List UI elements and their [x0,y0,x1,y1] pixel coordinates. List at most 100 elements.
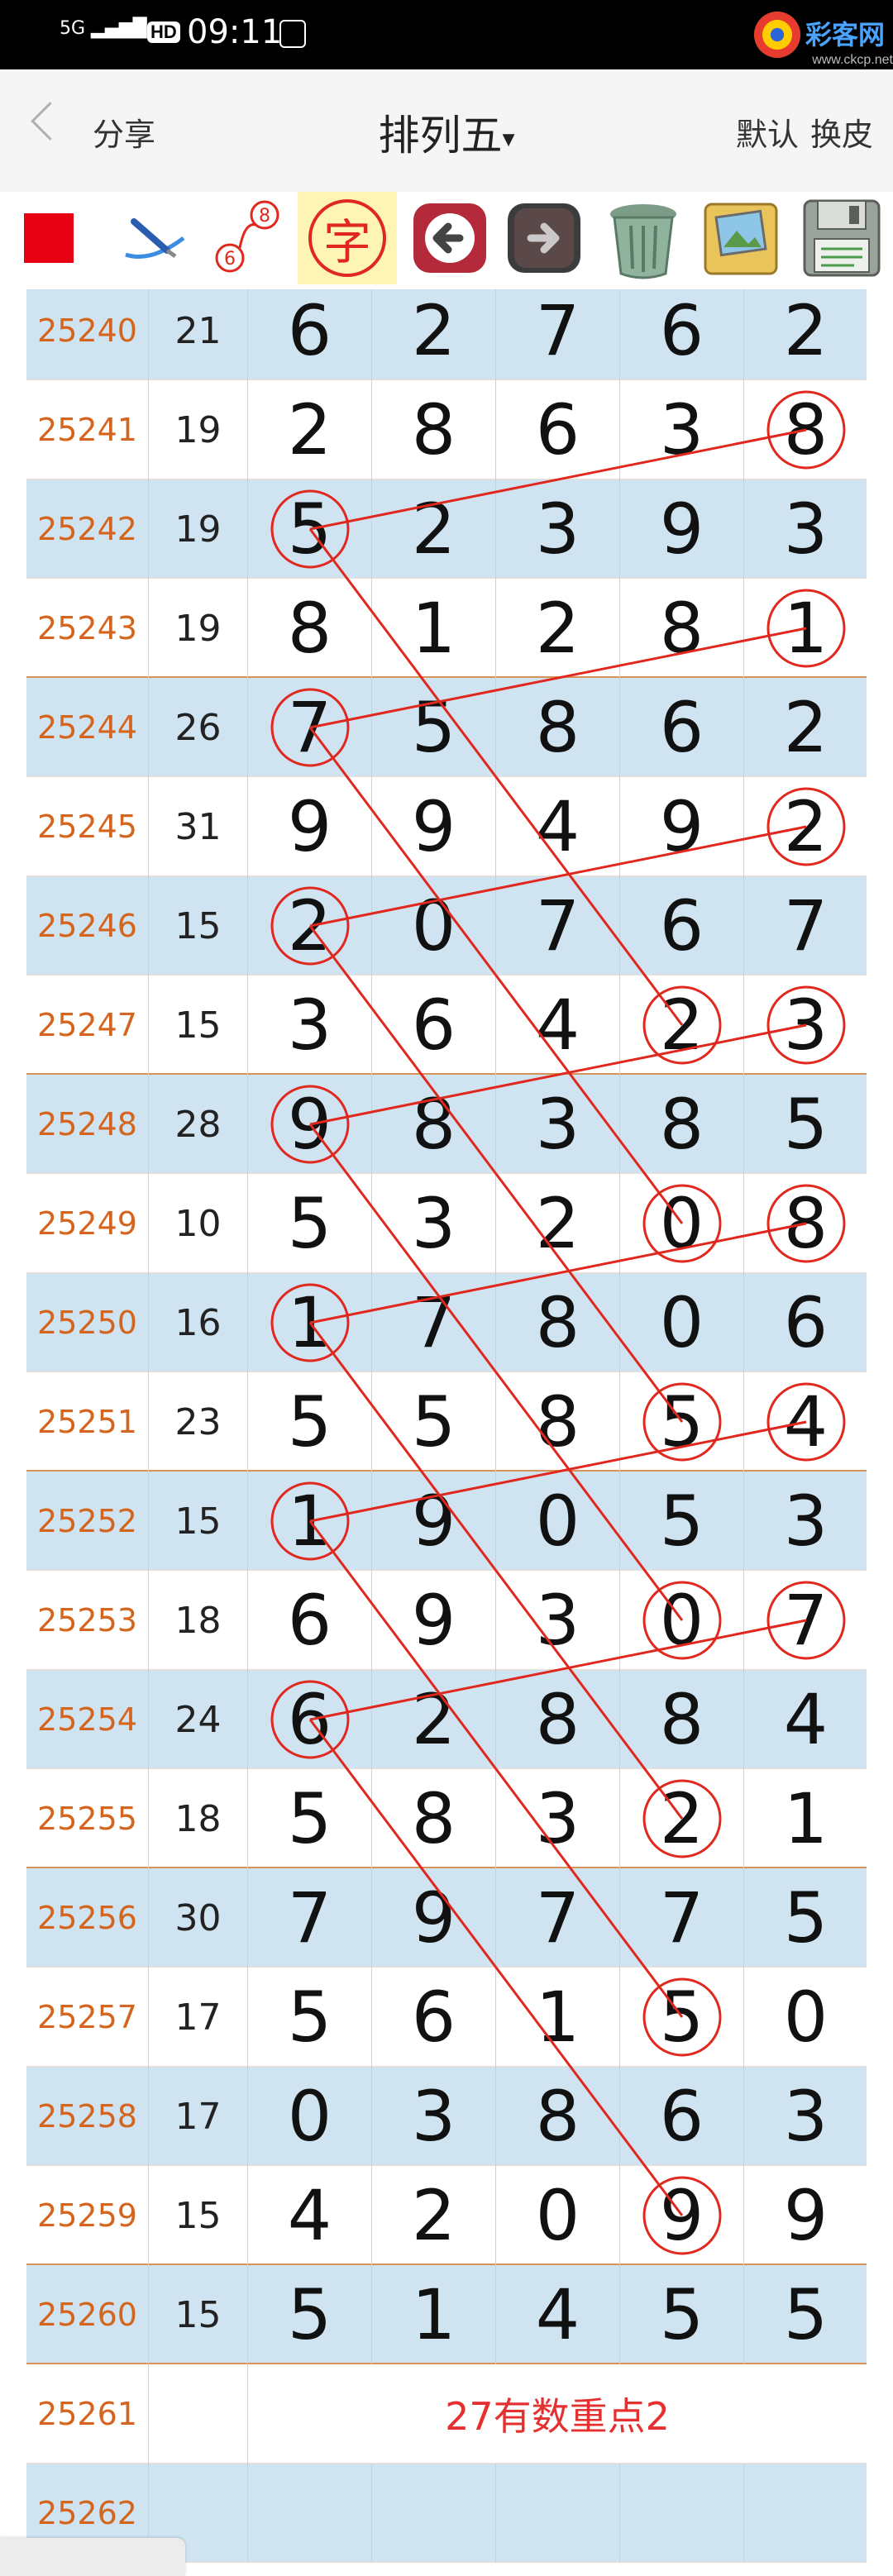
digit-cell-4[interactable]: 2 [620,1769,744,1868]
digit-cell-2[interactable]: 5 [372,678,496,777]
digit-cell-2[interactable]: 2 [372,289,496,380]
digit-cell-4[interactable]: 0 [620,1273,744,1372]
digit-cell-1[interactable]: 2 [248,380,372,479]
digit-cell-3[interactable]: 6 [496,380,620,479]
digit-cell-4[interactable]: 3 [620,380,744,479]
digit-cell-4[interactable]: 9 [620,479,744,579]
digit-cell-2[interactable]: 1 [372,579,496,678]
digit-cell-4[interactable]: 7 [620,1868,744,1968]
digit-cell-3[interactable] [496,2464,620,2563]
skin-button[interactable]: 换皮 [810,118,873,153]
digit-cell-1[interactable]: 7 [248,678,372,777]
digit-cell-1[interactable]: 6 [248,1571,372,1670]
digit-cell-4[interactable]: 5 [620,1372,744,1472]
photo-album-icon[interactable] [691,192,790,284]
digit-cell-4[interactable]: 8 [620,1670,744,1769]
digit-cell-1[interactable]: 0 [248,2067,372,2166]
digit-cell-3[interactable]: 3 [496,479,620,579]
digit-cell-3[interactable]: 1 [496,1968,620,2067]
digit-cell-5[interactable] [744,2464,867,2563]
digit-cell-5[interactable]: 5 [744,2265,867,2364]
digit-cell-5[interactable]: 6 [744,1273,867,1372]
digit-cell-1[interactable]: 9 [248,777,372,876]
link-68-icon[interactable]: 8 6 [208,192,291,284]
digit-cell-3[interactable]: 2 [496,579,620,678]
bottom-tab-handle[interactable] [0,2538,185,2576]
digit-cell-4[interactable]: 6 [620,678,744,777]
digit-cell-4[interactable]: 0 [620,1174,744,1273]
digit-cell-1[interactable]: 5 [248,1372,372,1472]
digit-cell-4[interactable]: 6 [620,289,744,380]
digit-cell-4[interactable]: 0 [620,1571,744,1670]
digit-cell-3[interactable]: 0 [496,2166,620,2265]
digit-cell-1[interactable]: 5 [248,2265,372,2364]
digit-cell-1[interactable]: 3 [248,976,372,1075]
digit-cell-2[interactable]: 6 [372,1968,496,2067]
digit-cell-5[interactable]: 1 [744,1769,867,1868]
digit-cell-3[interactable]: 7 [496,876,620,976]
digit-cell-2[interactable]: 2 [372,2166,496,2265]
digit-cell-1[interactable]: 4 [248,2166,372,2265]
digit-cell-3[interactable]: 8 [496,1372,620,1472]
default-button[interactable]: 默认 [736,118,799,153]
digit-cell-3[interactable]: 8 [496,1273,620,1372]
digit-cell-3[interactable]: 7 [496,289,620,380]
digit-cell-5[interactable]: 3 [744,1472,867,1571]
digit-cell-4[interactable] [620,2464,744,2563]
digit-cell-2[interactable]: 2 [372,1670,496,1769]
digit-cell-2[interactable]: 9 [372,1472,496,1571]
digit-cell-2[interactable]: 0 [372,876,496,976]
digit-cell-1[interactable]: 5 [248,1968,372,2067]
digit-cell-1[interactable]: 1 [248,1472,372,1571]
digit-cell-5[interactable]: 8 [744,380,867,479]
digit-cell-5[interactable]: 3 [744,479,867,579]
digit-cell-2[interactable]: 2 [372,479,496,579]
forward-arrow-icon[interactable] [499,192,589,284]
digit-cell-4[interactable]: 8 [620,579,744,678]
digit-cell-2[interactable]: 8 [372,1769,496,1868]
digit-cell-1[interactable]: 8 [248,579,372,678]
digit-cell-1[interactable]: 1 [248,1273,372,1372]
digit-cell-5[interactable]: 2 [744,777,867,876]
digit-cell-4[interactable]: 5 [620,1968,744,2067]
digit-cell-2[interactable] [372,2464,496,2563]
digit-cell-2[interactable]: 3 [372,1174,496,1273]
digit-cell-4[interactable]: 6 [620,2067,744,2166]
digit-cell-3[interactable]: 8 [496,2067,620,2166]
digit-cell-1[interactable]: 6 [248,1670,372,1769]
digit-cell-2[interactable]: 7 [372,1273,496,1372]
digit-cell-5[interactable]: 7 [744,1571,867,1670]
digit-cell-2[interactable]: 5 [372,1372,496,1472]
digit-cell-5[interactable]: 9 [744,2166,867,2265]
digit-cell-5[interactable]: 4 [744,1670,867,1769]
digit-cell-2[interactable]: 9 [372,777,496,876]
digit-cell-3[interactable]: 8 [496,678,620,777]
digit-cell-1[interactable]: 7 [248,1868,372,1968]
digit-cell-4[interactable]: 9 [620,2166,744,2265]
pen-icon[interactable] [116,192,198,284]
digit-cell-5[interactable]: 0 [744,1968,867,2067]
digit-cell-3[interactable]: 0 [496,1472,620,1571]
digit-cell-4[interactable]: 5 [620,2265,744,2364]
digit-cell-2[interactable]: 9 [372,1868,496,1968]
digit-cell-5[interactable]: 8 [744,1174,867,1273]
digit-cell-5[interactable]: 5 [744,1868,867,1968]
digit-cell-3[interactable]: 4 [496,777,620,876]
digit-cell-5[interactable]: 7 [744,876,867,976]
character-icon[interactable]: 字 [298,192,397,284]
digit-cell-4[interactable]: 6 [620,876,744,976]
digit-cell-3[interactable]: 2 [496,1174,620,1273]
trash-icon[interactable] [595,192,691,284]
digit-cell-2[interactable]: 8 [372,1075,496,1174]
digit-cell-5[interactable]: 5 [744,1075,867,1174]
digit-cell-1[interactable]: 5 [248,1174,372,1273]
digit-cell-1[interactable]: 5 [248,1769,372,1868]
digit-cell-5[interactable]: 2 [744,289,867,380]
digit-cell-3[interactable]: 7 [496,1868,620,1968]
digit-cell-3[interactable]: 4 [496,2265,620,2364]
digit-cell-3[interactable]: 3 [496,1075,620,1174]
digit-cell-3[interactable]: 8 [496,1670,620,1769]
digit-cell-1[interactable] [248,2464,372,2563]
digit-cell-1[interactable]: 9 [248,1075,372,1174]
digit-cell-4[interactable]: 2 [620,976,744,1075]
